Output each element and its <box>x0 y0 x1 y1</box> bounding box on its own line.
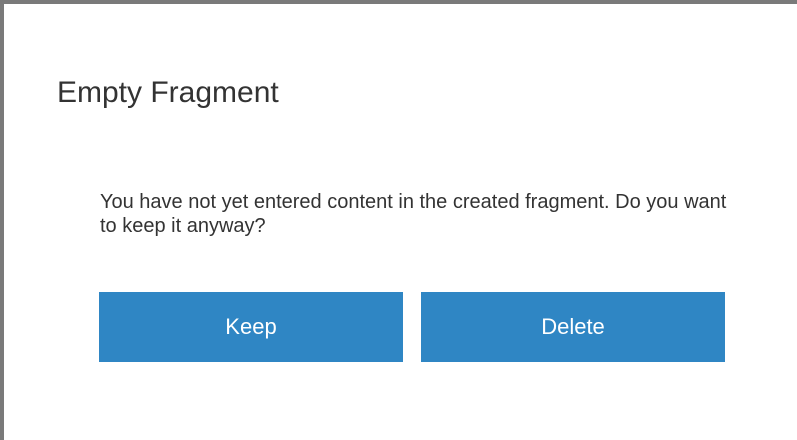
dialog-title: Empty Fragment <box>57 76 279 109</box>
keep-button[interactable]: Keep <box>99 292 403 362</box>
empty-fragment-dialog: Empty Fragment You have not yet entered … <box>0 0 797 440</box>
dialog-message: You have not yet entered content in the … <box>100 191 727 237</box>
delete-button[interactable]: Delete <box>421 292 725 362</box>
